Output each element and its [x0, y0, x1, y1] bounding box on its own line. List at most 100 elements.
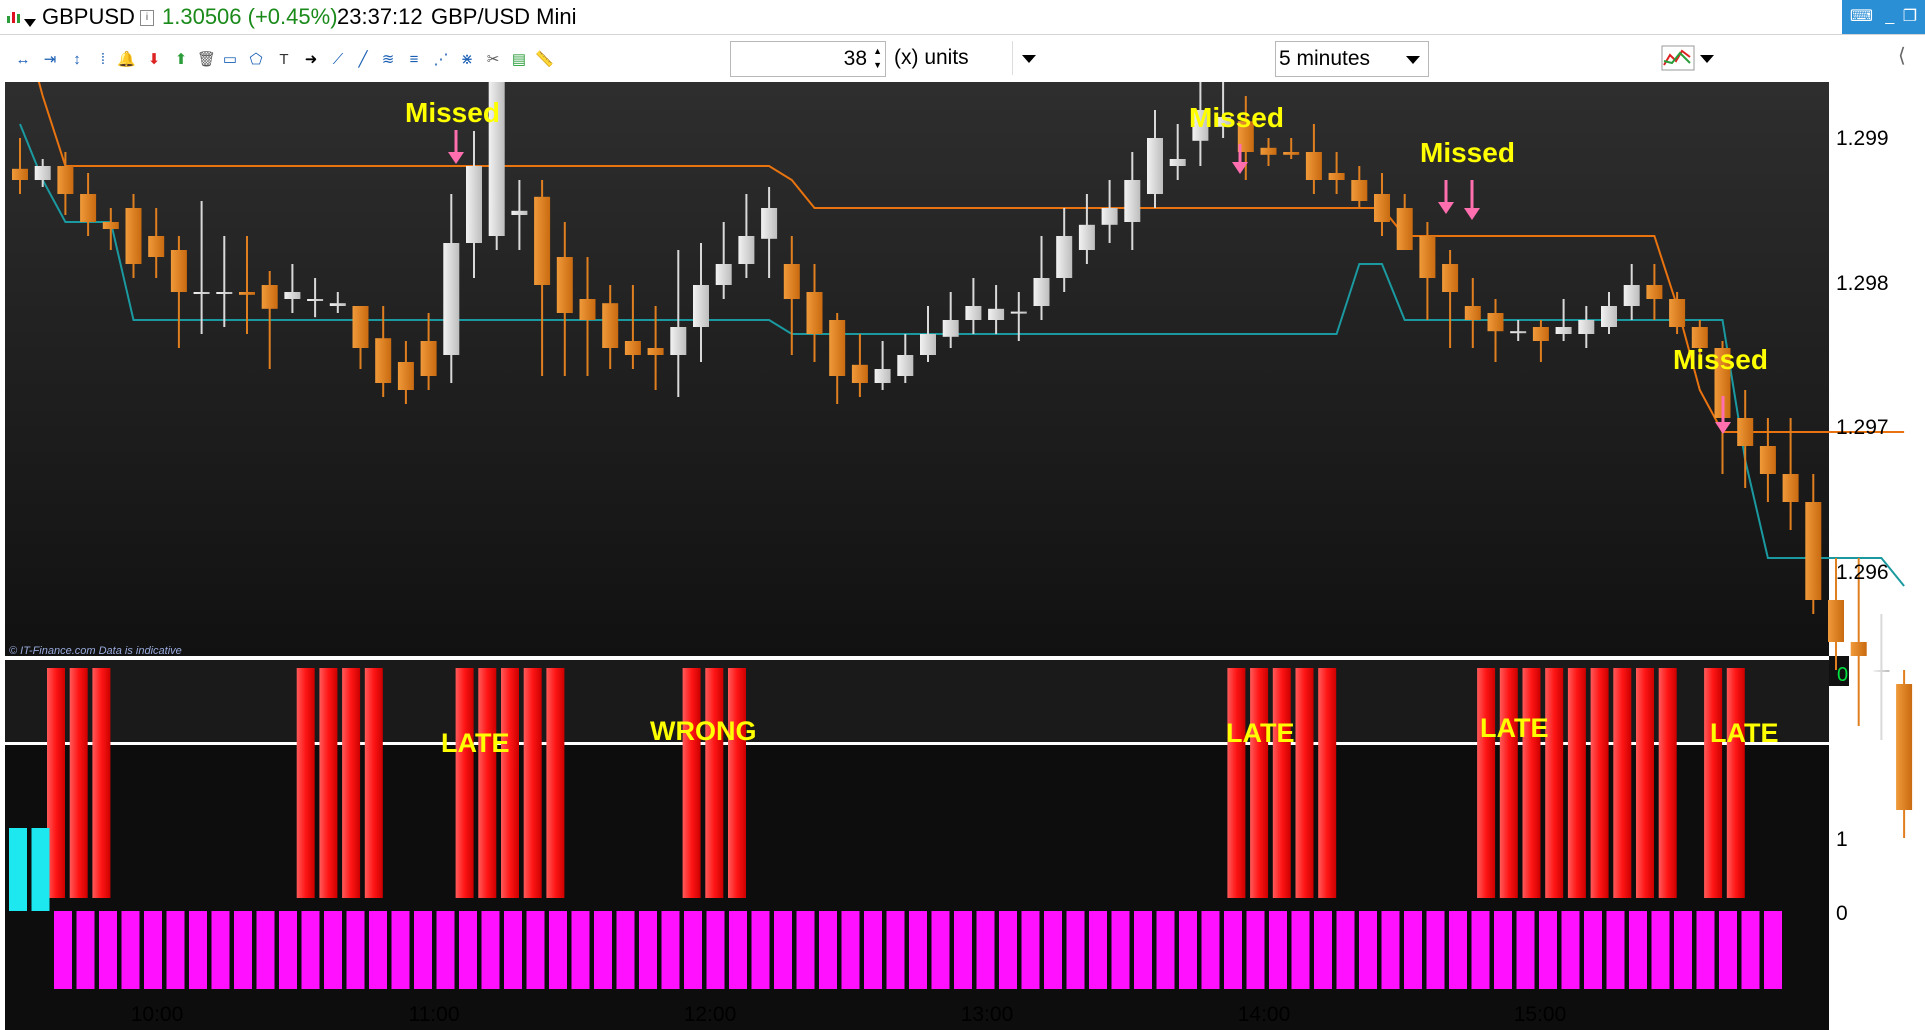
symbol-dropdown-icon[interactable] — [24, 14, 36, 32]
histogram-bar — [684, 911, 702, 989]
histogram-bar — [1539, 911, 1557, 989]
candle-body — [874, 369, 891, 383]
histogram-bar — [1696, 911, 1715, 989]
fibonacci-levels-icon[interactable]: ≡ — [405, 51, 423, 69]
candle-body — [1078, 224, 1095, 250]
histogram-bar — [1156, 911, 1175, 989]
candle-body — [1124, 180, 1141, 222]
indicator-chart-icon[interactable] — [1660, 43, 1720, 73]
trendline-icon[interactable]: ⟋ — [329, 51, 347, 69]
chart-type-selector[interactable] — [1660, 43, 1720, 73]
histogram-bar — [31, 828, 50, 911]
clock-time: 23:37:12 — [337, 4, 423, 29]
histogram-bar — [1021, 911, 1040, 989]
arrow-tool-icon[interactable]: ➜ — [302, 51, 320, 69]
histogram-bar — [1179, 911, 1197, 989]
histogram-bar — [54, 911, 72, 989]
histogram-bar — [976, 911, 995, 989]
sell-arrow-icon[interactable]: ⬇ — [145, 51, 163, 69]
instrument-name: GBP/USD Mini — [431, 4, 577, 29]
histogram-bar — [1584, 911, 1602, 989]
late-label: LATE — [1226, 718, 1295, 748]
units-input[interactable]: 38 — [844, 42, 867, 76]
histogram-bar — [1314, 911, 1332, 989]
tool-settings-icon[interactable]: ✂ — [484, 51, 502, 69]
histogram-bar — [1134, 911, 1152, 989]
signal-bar — [1477, 668, 1496, 898]
wrong-label: WRONG — [650, 716, 757, 746]
symbol-label[interactable]: GBPUSD — [42, 4, 135, 30]
histogram-bar — [1089, 911, 1107, 989]
candle-body — [1260, 147, 1277, 155]
candle-body — [1464, 306, 1481, 320]
candle-body — [1033, 278, 1050, 306]
histogram-bar — [1201, 911, 1220, 989]
price-panel[interactable] — [5, 82, 1829, 656]
missed-annotation: Missed — [1189, 102, 1284, 133]
trash-icon[interactable]: 🗑 — [197, 51, 216, 69]
time-tick: 10:00 — [130, 1003, 184, 1026]
info-icon[interactable]: i — [140, 10, 154, 26]
units-stepper[interactable]: 38 ▲ ▼ — [730, 41, 886, 77]
vertical-line-icon[interactable]: ↕ — [68, 51, 86, 69]
candle-body — [1896, 684, 1913, 810]
candle-body — [1601, 306, 1617, 327]
fibonacci-fan-icon[interactable]: ≋ — [379, 51, 397, 69]
candle-body — [988, 308, 1005, 320]
text-tool-icon[interactable]: T — [275, 51, 293, 69]
stepper-up-icon[interactable]: ▲ — [873, 44, 882, 58]
ruler-icon[interactable]: 📏 — [535, 51, 554, 69]
hist-tick: 0 — [1836, 902, 1848, 925]
chart-object-icon[interactable]: ▤ — [510, 51, 528, 69]
andrews-pitchfork-icon[interactable]: ⋰ — [432, 51, 450, 69]
units-select[interactable]: (x) units — [888, 41, 1044, 77]
histogram-bar — [459, 911, 477, 989]
signal-bar — [1726, 668, 1745, 898]
candle-body — [761, 208, 778, 239]
candle-body — [556, 257, 573, 313]
candle-body — [1759, 446, 1776, 474]
ray-line-icon[interactable]: ╱ — [354, 51, 372, 69]
histogram-bar — [1381, 911, 1400, 989]
histogram-bar — [549, 911, 567, 989]
side-panel-toggle-icon[interactable]: ⟨ — [1898, 43, 1906, 68]
candle-body — [329, 303, 346, 306]
vertical-marker-icon[interactable]: ⁞ — [94, 51, 112, 69]
candle-body — [148, 236, 165, 257]
candle-body — [1510, 331, 1527, 334]
alarm-bell-icon[interactable]: 🔔 — [117, 51, 136, 69]
restore-icon[interactable]: ❐ — [1903, 8, 1917, 25]
candle-body — [125, 208, 142, 264]
signal-bar — [319, 668, 338, 898]
signal-bar — [455, 668, 474, 898]
rectangle-icon[interactable]: ▭ — [221, 51, 239, 69]
signal-bar — [1272, 668, 1291, 898]
candle-body — [375, 338, 392, 383]
signal-bar — [92, 668, 111, 898]
horizontal-line-icon[interactable]: ↔ — [14, 51, 32, 69]
horizontal-ray-icon[interactable]: ⇥ — [41, 51, 59, 69]
interval-select[interactable]: 5 minutes — [1275, 41, 1429, 77]
polygon-icon[interactable]: ⬠ — [247, 51, 265, 69]
chart-app-icon — [6, 9, 22, 25]
signal-bar — [364, 668, 383, 898]
histogram-bar — [1674, 911, 1692, 989]
keyboard-icon[interactable]: ⌨ — [1850, 8, 1873, 25]
histogram-bar — [1561, 911, 1580, 989]
buy-arrow-icon[interactable]: ⬆ — [172, 51, 190, 69]
units-dropdown-icon[interactable] — [1012, 41, 1045, 75]
gann-fan-icon[interactable]: ⋇ — [458, 51, 476, 69]
chart-canvas[interactable]: 0 © IT-Finance.com Data is indicative — [0, 82, 1925, 1030]
histogram-bar — [369, 911, 387, 989]
stepper-down-icon[interactable]: ▼ — [873, 58, 882, 72]
interval-dropdown-icon[interactable] — [1397, 42, 1429, 76]
window-controls[interactable]: ⌨ _ ❐ ✕ — [1842, 0, 1925, 59]
missed-annotation: Missed — [405, 97, 500, 128]
minimize-icon[interactable]: _ — [1885, 8, 1894, 25]
histogram-bar — [909, 911, 927, 989]
histogram-bar — [706, 911, 725, 989]
histogram-bar — [1741, 911, 1760, 989]
signal-bar — [47, 668, 65, 898]
histogram-bar — [639, 911, 657, 989]
candle-body — [1374, 194, 1390, 222]
